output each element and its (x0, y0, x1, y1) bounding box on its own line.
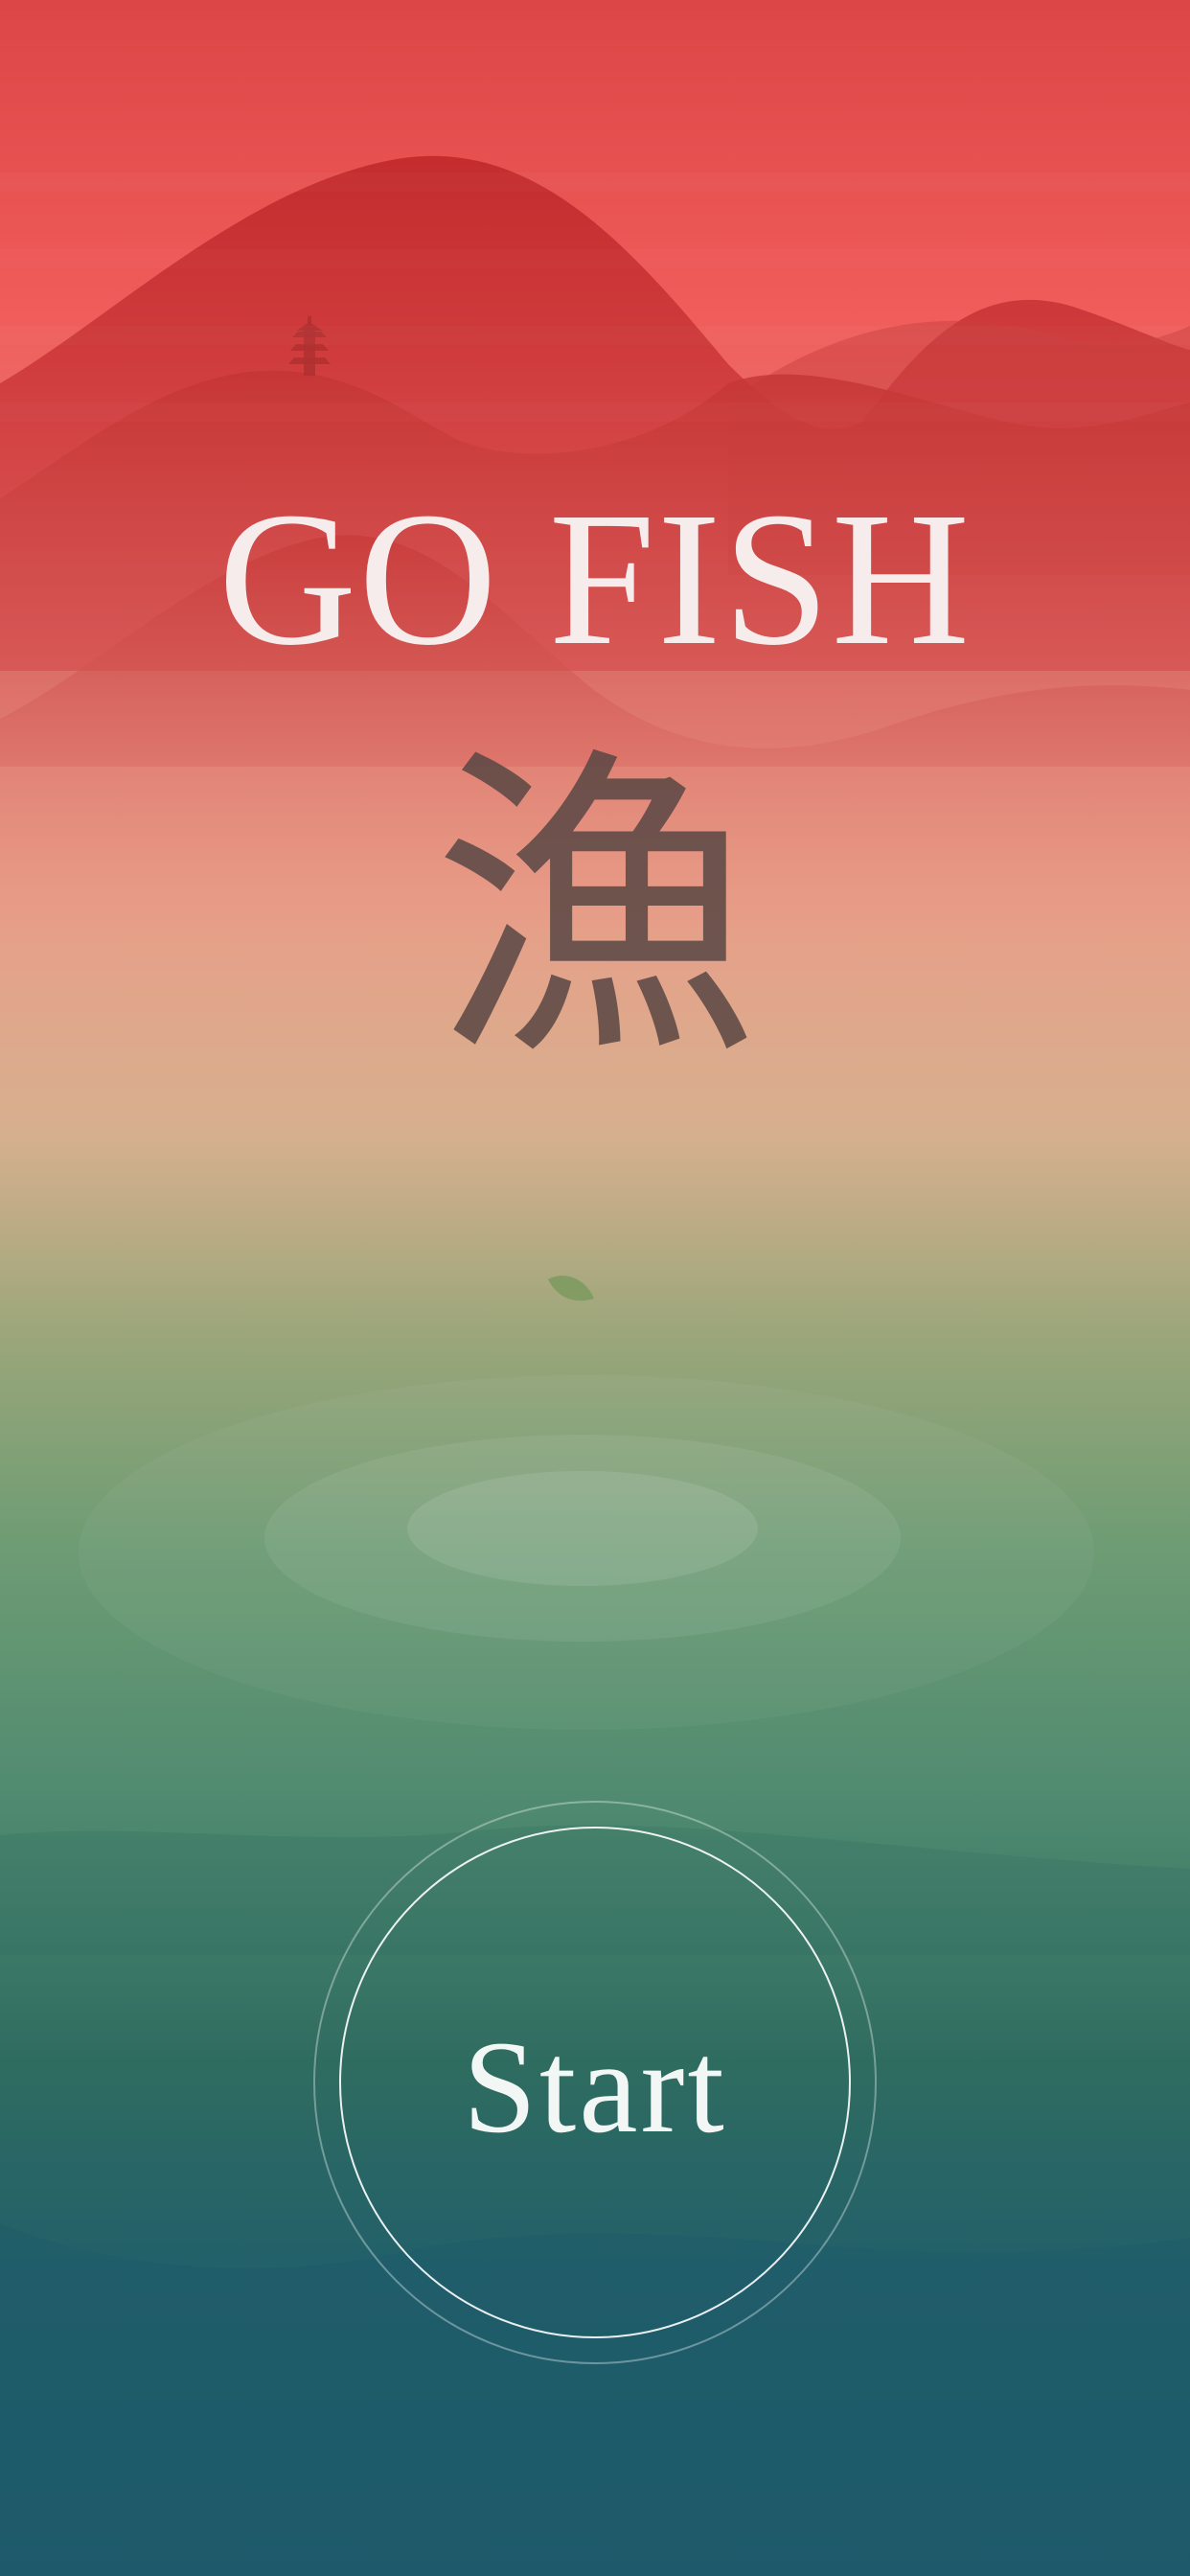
ripple-rings (79, 1375, 1094, 1730)
start-button[interactable]: Start (339, 1827, 851, 2338)
start-button-label: Start (463, 2013, 727, 2160)
fish-character-logo: 漁 (432, 721, 758, 1100)
game-title: GO FISH (217, 473, 973, 685)
